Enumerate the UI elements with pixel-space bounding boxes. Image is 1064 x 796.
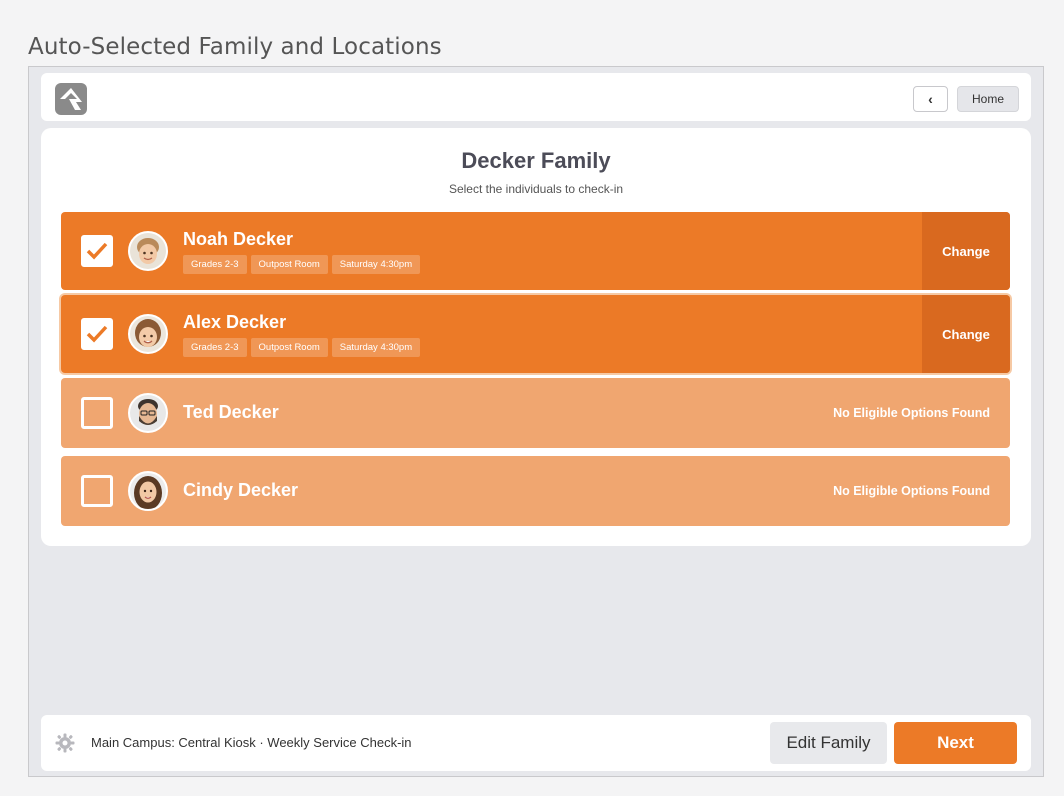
tag-schedule: Saturday 4:30pm [331, 255, 421, 274]
home-button[interactable]: Home [957, 86, 1019, 112]
person-row-alex[interactable]: Alex Decker Grades 2-3 Outpost Room Satu… [61, 295, 1010, 373]
family-subtitle: Select the individuals to check-in [448, 182, 624, 196]
checkmark-icon [86, 325, 108, 343]
tag-list: Grades 2-3 Outpost Room Saturday 4:30pm [183, 255, 421, 274]
top-bar: ‹ Home [41, 73, 1031, 121]
avatar [128, 231, 168, 271]
family-card: Decker Family Select the individuals to … [41, 128, 1031, 546]
tag-grade: Grades 2-3 [183, 255, 247, 274]
back-button[interactable]: ‹ [913, 86, 948, 112]
status-text: No Eligible Options Found [833, 406, 990, 420]
person-row-noah[interactable]: Noah Decker Grades 2-3 Outpost Room Satu… [61, 212, 1010, 290]
avatar [128, 314, 168, 354]
person-name: Ted Decker [183, 402, 279, 422]
change-button[interactable]: Change [922, 212, 1010, 290]
checkbox-checked[interactable] [81, 235, 113, 267]
footer-bar: Main Campus: Central Kiosk · Weekly Serv… [41, 715, 1031, 771]
status-text: No Eligible Options Found [833, 484, 990, 498]
tag-list: Grades 2-3 Outpost Room Saturday 4:30pm [183, 338, 421, 357]
edit-family-button[interactable]: Edit Family [770, 722, 887, 764]
gear-icon[interactable] [55, 733, 75, 753]
family-title: Decker Family [461, 148, 611, 173]
page-caption: Auto-Selected Family and Locations [28, 34, 442, 60]
tag-room: Outpost Room [250, 255, 328, 274]
checkbox-unchecked[interactable] [81, 475, 113, 507]
change-button[interactable]: Change [922, 295, 1010, 373]
tag-room: Outpost Room [250, 338, 328, 357]
next-button[interactable]: Next [894, 722, 1017, 764]
avatar [128, 471, 168, 511]
person-name: Noah Decker [183, 229, 294, 249]
person-name: Cindy Decker [183, 480, 299, 500]
person-row-ted[interactable]: Ted Decker No Eligible Options Found [61, 378, 1010, 448]
checkmark-icon [86, 242, 108, 260]
kiosk-location-text: Main Campus: Central Kiosk · Weekly Serv… [91, 735, 412, 750]
avatar [128, 393, 168, 433]
kiosk-window: ‹ Home Decker Family Select the individu… [28, 66, 1044, 777]
person-row-cindy[interactable]: Cindy Decker No Eligible Options Found [61, 456, 1010, 526]
rock-logo-icon [55, 83, 87, 115]
checkbox-checked[interactable] [81, 318, 113, 350]
tag-schedule: Saturday 4:30pm [331, 338, 421, 357]
checkbox-unchecked[interactable] [81, 397, 113, 429]
person-name: Alex Decker [183, 312, 287, 332]
chevron-left-icon: ‹ [928, 91, 933, 107]
tag-grade: Grades 2-3 [183, 338, 247, 357]
